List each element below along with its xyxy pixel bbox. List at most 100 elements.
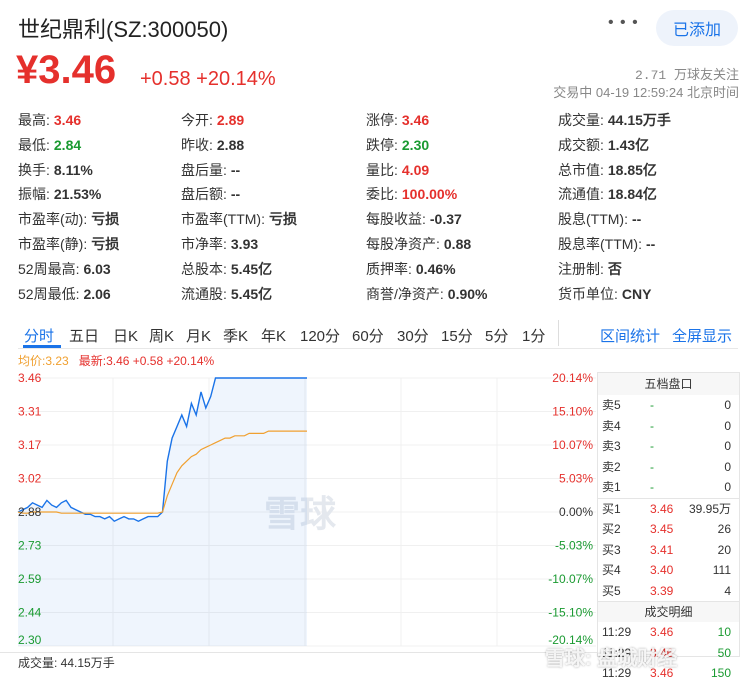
order-book-title: 五档盘口: [598, 373, 739, 395]
stat-label: 振幅:: [18, 186, 50, 203]
trading-status-time: 交易中 04-19 12:59:24 北京时间: [553, 85, 739, 100]
tab-8[interactable]: 60分: [352, 325, 384, 346]
bid-row: 买3 3.41 20: [598, 540, 739, 561]
stat-cell: 每股收益: -0.37: [366, 209, 462, 229]
y-label-left: 3.31: [18, 405, 42, 419]
stat-label: 换手:: [18, 161, 50, 178]
stat-value: 2.30: [401, 136, 430, 153]
stat-value: 亏损: [268, 211, 297, 228]
stat-value: 21.53%: [53, 186, 102, 203]
price-change: +0.58 +20.14%: [140, 68, 276, 91]
ob-label: 卖4: [602, 418, 621, 433]
stat-label: 商誉/净资产:: [366, 285, 444, 302]
stat-value: 亏损: [91, 211, 120, 228]
tab-7[interactable]: 120分: [300, 325, 340, 346]
stat-label: 昨收:: [181, 136, 213, 153]
stat-label: 最高:: [18, 112, 50, 128]
bid-row: 买1 3.46 39.95万: [598, 497, 739, 520]
stat-value: 1.43亿: [607, 136, 650, 153]
tab-0[interactable]: 分时: [24, 325, 54, 346]
stat-cell: 量比: 4.09: [366, 160, 429, 180]
ob-vol: 0: [724, 480, 731, 494]
ob-vol: 0: [724, 418, 731, 433]
stat-cell: 总市值: 18.85亿: [558, 160, 657, 180]
ob-price: -: [650, 439, 654, 453]
stat-label: 市盈率(TTM):: [181, 211, 265, 228]
ob-vol: 39.95万: [688, 501, 731, 516]
stat-label: 52周最高:: [18, 260, 80, 277]
tab-2[interactable]: 日K: [113, 325, 138, 346]
tab-3[interactable]: 周K: [149, 325, 174, 346]
y-label-right: 5.03%: [559, 472, 593, 486]
stat-label: 委比:: [366, 186, 398, 203]
trade-detail-title[interactable]: 成交明细: [598, 601, 739, 622]
fullscreen-link[interactable]: 全屏显示: [672, 325, 732, 346]
y-label-right: 0.00%: [559, 505, 593, 519]
stat-cell: 市盈率(静): 亏损: [18, 234, 119, 254]
more-dots-icon[interactable]: • • •: [608, 14, 639, 32]
stat-value: 2.84: [53, 136, 82, 153]
ob-price: -: [650, 459, 654, 474]
stat-label: 总市值:: [558, 161, 604, 178]
stat-label: 流通值:: [558, 186, 604, 203]
stat-label: 涨停:: [366, 112, 398, 128]
stat-cell: 盘后量: --: [181, 160, 240, 180]
stat-cell: 52周最高: 6.03: [18, 259, 111, 279]
stat-value: 3.93: [230, 235, 259, 252]
stat-value: --: [645, 235, 656, 252]
ob-price: -: [650, 398, 654, 412]
stat-value: 5.45亿: [230, 260, 273, 277]
stat-label: 量比:: [366, 161, 398, 178]
stat-label: 市盈率(动):: [18, 211, 88, 228]
stat-cell: 注册制: 否: [558, 259, 622, 279]
order-book-panel: 五档盘口 卖5 - 0 卖4 - 0 卖3 - 0 卖2 - 0 卖1 - 0 买1 3.46 39.95万 买2 3…: [597, 372, 740, 680]
stat-value: 2.06: [83, 285, 111, 302]
y-label-left: 3.02: [18, 472, 42, 486]
y-label-right: -5.03%: [555, 539, 593, 553]
stat-label: 跌停:: [366, 136, 398, 153]
stat-cell: 流通股: 5.45亿: [181, 284, 272, 304]
tab-11[interactable]: 5分: [485, 325, 508, 346]
ob-vol: 0: [724, 439, 731, 453]
ask-row: 卖4 - 0: [598, 416, 739, 437]
bid-row: 买5 3.39 4: [598, 581, 739, 602]
ob-price: 3.39: [650, 583, 674, 598]
tab-12[interactable]: 1分: [522, 325, 545, 346]
range-stats-link[interactable]: 区间统计: [600, 325, 660, 346]
stat-label: 股息(TTM):: [558, 211, 628, 228]
stat-value: 0.90%: [447, 285, 488, 302]
tab-5[interactable]: 季K: [223, 325, 248, 346]
ob-label: 买3: [602, 542, 621, 557]
stat-label: 成交额:: [558, 136, 604, 153]
stat-value: 4.09: [401, 161, 430, 178]
stat-cell: 成交量: 44.15万手: [558, 110, 671, 130]
ob-vol: 4: [724, 583, 731, 598]
stat-cell: 质押率: 0.46%: [366, 259, 456, 279]
stat-value: CNY: [621, 285, 652, 302]
stat-label: 成交量:: [558, 112, 604, 128]
stat-cell: 最低: 2.84: [18, 135, 81, 155]
stat-cell: 振幅: 21.53%: [18, 184, 101, 204]
trade-row: 11:29 3.46 10: [598, 622, 739, 643]
stat-label: 货币单位:: [558, 285, 618, 302]
stat-label: 最低:: [18, 136, 50, 153]
tab-6[interactable]: 年K: [261, 325, 286, 346]
stats-row: 市盈率(动): 亏损 市盈率(TTM): 亏损 每股收益: -0.37 股息(TTM): --: [18, 209, 738, 234]
tab-1[interactable]: 五日: [69, 325, 99, 346]
followers-count[interactable]: 2.71 万球友关注: [635, 64, 739, 83]
stat-value: --: [631, 211, 642, 228]
tab-9[interactable]: 30分: [397, 325, 429, 346]
ob-price: -: [650, 480, 654, 494]
y-label-right: -10.07%: [548, 572, 593, 586]
y-label-right: -15.10%: [548, 606, 593, 620]
added-button[interactable]: 已添加: [656, 10, 738, 46]
intraday-chart[interactable]: 雪球3.463.313.173.022.882.732.592.442.3020…: [0, 366, 597, 656]
stat-value: 18.85亿: [607, 161, 657, 178]
y-label-right: 10.07%: [552, 438, 593, 452]
tab-10[interactable]: 15分: [441, 325, 473, 346]
stat-cell: 换手: 8.11%: [18, 160, 93, 180]
stat-label: 流通股:: [181, 285, 227, 302]
tab-4[interactable]: 月K: [186, 325, 211, 346]
stat-cell: 市盈率(动): 亏损: [18, 209, 119, 229]
stats-row: 最低: 2.84 昨收: 2.88 跌停: 2.30 成交额: 1.43亿: [18, 135, 738, 160]
